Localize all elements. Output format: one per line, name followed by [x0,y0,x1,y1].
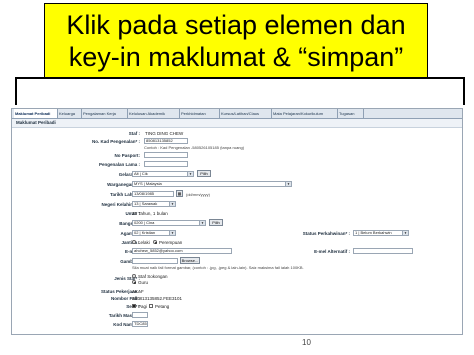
callout-bracket-right [463,77,465,105]
negeri-kelahiran-value: 13 | Sarawak [134,201,158,206]
chevron-down-icon: ▼ [402,231,408,235]
sesi-petang-checkbox[interactable] [149,304,153,308]
agama-select[interactable]: 02 | Kristian ▼ [132,230,176,236]
jantina-lelaki-radio[interactable] [132,240,136,244]
jenis-staf-label: Jenis Staf* : [114,276,140,281]
kad-pengenalan-input[interactable]: 850813135852 [144,138,188,144]
tab-tugasan[interactable]: Tugasan [338,109,364,118]
browse-button[interactable]: Browse... [180,257,200,264]
chevron-down-icon: ▼ [199,221,205,225]
status-perkahwinan-value: 1 | Belum Berkahwin [355,230,392,235]
jenis-staf-guru-radio[interactable] [132,280,136,284]
umur-value: 25 Tahun, 1 bulan [132,211,168,216]
bangsa-pilih-button[interactable]: Pilih [209,219,223,226]
callout-line-1: Klik pada setiap elemen dan [66,10,406,40]
jenis-staf-guru-label: Guru [138,280,149,285]
jenis-staf-sokongan-radio[interactable] [132,274,136,278]
chevron-down-icon: ▼ [285,182,291,186]
staf-label: Staf : [128,131,140,136]
sesi-pagi-label: Pagi [138,304,148,309]
status-pekerjaan-value: AKAF [132,289,144,294]
pasport-input[interactable] [144,152,188,158]
tarikh-lahir-input[interactable]: 13/08/1985 [132,191,174,197]
chevron-down-icon: ▼ [187,172,193,176]
bangsa-select[interactable]: 0200 | Cina ▼ [132,220,206,226]
callout-line-2: key-in maklumat & “simpan” [68,42,404,72]
nombor-fail-value: 850813135852.FEE3101 [132,296,183,301]
tab-mata-pelajaran[interactable]: Mata Pelajaran/Kokurikulum [272,109,338,118]
email-alternatif-label: E-mel Alternatif : [314,249,350,254]
negeri-kelahiran-select[interactable]: 13 | Sarawak ▼ [132,201,176,207]
status-perkahwinan-select[interactable]: 1 | Belum Berkahwin ▼ [353,230,409,236]
gambar-file-input[interactable] [132,258,178,264]
tab-bar: Maklumat Peribadi Keluarga Pengalaman Ke… [12,109,462,119]
tab-pengalaman-kerja[interactable]: Pengalaman Kerja [82,109,128,118]
gelaran-select[interactable]: Alt | Cik ▼ [132,171,194,177]
section-title: Maklumat Peribadi [12,119,462,128]
agama-value: 02 | Kristian [134,230,156,235]
tarikh-masuk-input[interactable] [132,312,148,318]
callout-bracket-left [15,77,17,105]
warganegara-select[interactable]: MYS | Malaysia ▼ [132,181,292,187]
jantina-perempuan-label: Perempuan [159,240,183,245]
jenis-staf-sokongan-label: Staf Sokongan [138,274,168,279]
gambar-hint: Sila muat naik fail format gambar, (cont… [132,265,304,270]
page-number: 10 [302,338,311,347]
email-input[interactable]: ahchew_5852@yahoo.com [132,248,232,254]
jantina-perempuan-radio[interactable] [153,240,157,244]
instruction-callout: Klik pada setiap elemen dan key-in maklu… [44,3,428,79]
tab-kelulusan-akademik[interactable]: Kelulusan Akademik [128,109,180,118]
callout-bracket [15,77,465,79]
gelaran-value: Alt | Cik [134,171,148,176]
kad-pengenalan-label: No. Kad Pengenalan* : [91,139,140,144]
tab-kursus[interactable]: Kursus/Latihan/Claus [220,109,272,118]
bangsa-value: 0200 | Cina [134,220,155,225]
tarikh-lahir-format-hint: (dd/mm/yyyy) [186,192,210,197]
tab-maklumat-peribadi[interactable]: Maklumat Peribadi [14,109,58,118]
gelaran-pilih-button[interactable]: Pilih [197,170,211,177]
tab-perkhidmatan[interactable]: Perkhidmatan [180,109,220,118]
kod-nama-input[interactable]: TDC85 [132,321,148,327]
sesi-pagi-checkbox[interactable] [132,304,136,308]
chevron-down-icon: ▼ [169,202,175,206]
email-alternatif-input[interactable] [353,248,413,254]
tab-keluarga[interactable]: Keluarga [58,109,82,118]
status-perkahwinan-label: Status Perkahwinan* : [302,231,350,236]
chevron-down-icon: ▼ [169,231,175,235]
pengenalan-lama-label: Pengenalan Lama : [98,162,140,167]
sesi-petang-label: Petang [155,304,170,309]
staff-profile-form: Maklumat Peribadi Keluarga Pengalaman Ke… [11,108,463,335]
warganegara-value: MYS | Malaysia [134,181,162,186]
pasport-label: No Pasport: [114,153,140,158]
jantina-lelaki-label: Lelaki [138,240,150,245]
pengenalan-lama-input[interactable] [144,161,188,167]
kad-pengenalan-hint: Contoh : Kad Pengenalan -580526105185 (t… [144,145,245,150]
calendar-icon[interactable]: ▦ [176,190,183,197]
staf-value: TING DING CHEW [145,131,184,136]
